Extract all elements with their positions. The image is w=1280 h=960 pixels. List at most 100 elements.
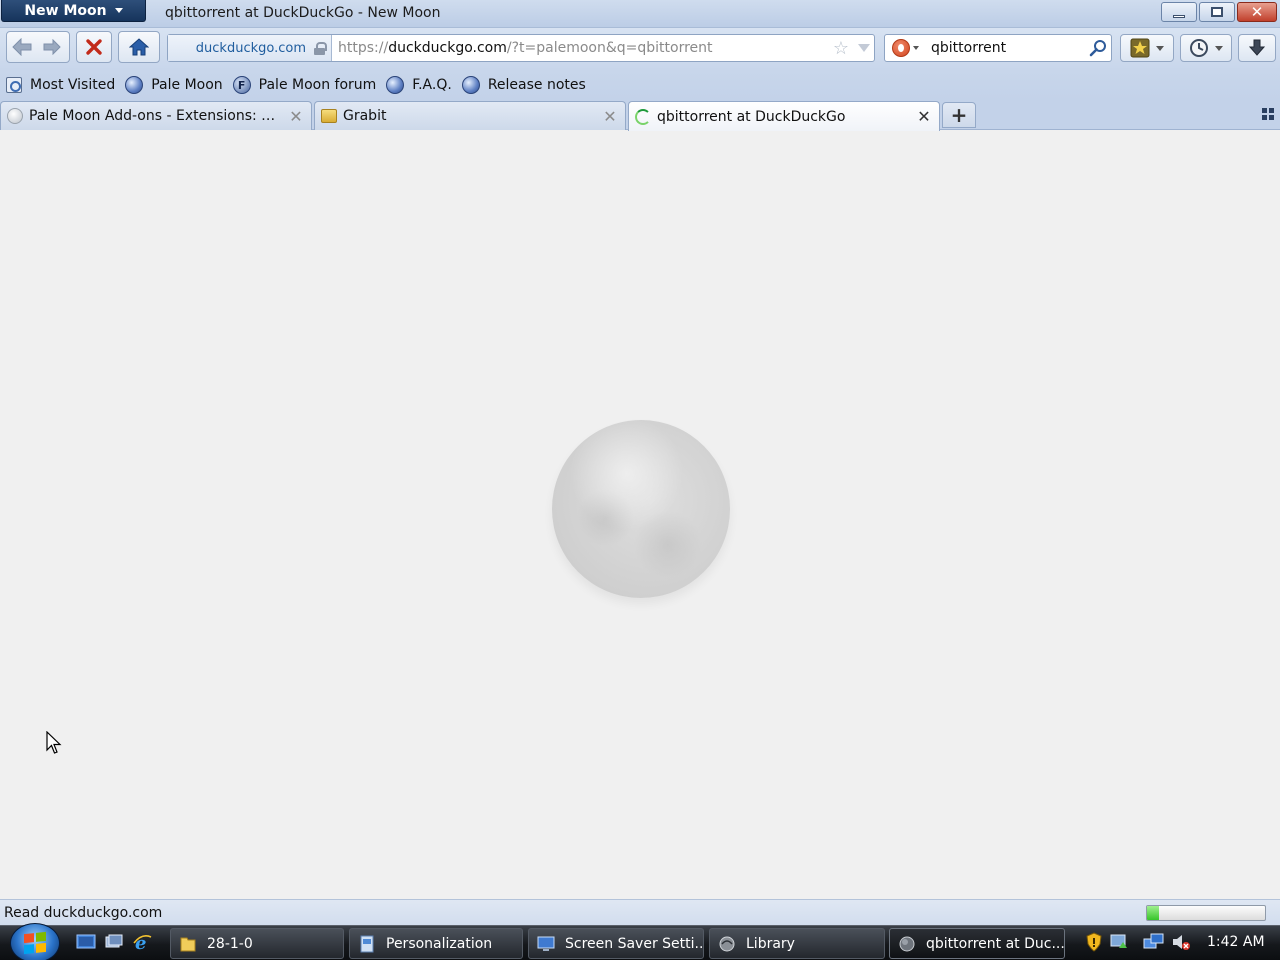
bookmark-label: Release notes (487, 77, 586, 93)
library-icon (719, 936, 735, 951)
bookmarks-star-icon (1130, 38, 1150, 58)
bookmark-release-notes[interactable]: Release notes (461, 76, 586, 94)
bookmark-pale-moon[interactable]: Pale Moon (125, 76, 223, 94)
globe-icon (125, 76, 144, 94)
bookmarks-menu-button[interactable] (1120, 34, 1174, 62)
page-content (0, 131, 1280, 899)
search-input[interactable]: qbittorrent (925, 40, 1085, 56)
minimize-button[interactable] (1161, 2, 1197, 22)
tab-grabit[interactable]: Grabit ✕ (314, 101, 626, 130)
switch-windows-icon[interactable] (104, 933, 124, 951)
network-icon[interactable] (1143, 932, 1165, 952)
app-menu-label: New Moon (24, 2, 107, 19)
search-engine-selector[interactable] (885, 35, 925, 61)
dropdown-triangle-icon (858, 44, 870, 52)
system-tray (1085, 932, 1191, 952)
new-tab-button[interactable]: + (942, 102, 976, 128)
url-path: /?t=palemoon&q=qbittorrent (506, 40, 713, 56)
bookmark-pale-moon-forum[interactable]: F Pale Moon forum (232, 76, 376, 94)
identity-host: duckduckgo.com (195, 40, 306, 56)
site-identity-button[interactable]: duckduckgo.com (168, 35, 332, 61)
window-title: qbittorrent at DuckDuckGo - New Moon (165, 5, 441, 21)
security-shield-icon[interactable] (1085, 932, 1103, 952)
clock-icon (1190, 39, 1208, 57)
page-load-progress (1146, 905, 1266, 921)
close-window-button[interactable]: ✕ (1237, 2, 1277, 22)
internet-explorer-icon[interactable]: e (132, 933, 152, 951)
lock-icon (314, 41, 327, 55)
home-icon (129, 38, 149, 56)
navigation-toolbar: duckduckgo.com https://duckduckgo.com/?t… (0, 28, 1280, 70)
status-bar: Read duckduckgo.com (0, 899, 1280, 925)
globe-icon (461, 76, 480, 94)
tab-label: qbittorrent at DuckDuckGo (657, 108, 846, 125)
download-arrow-icon (1248, 39, 1266, 56)
url-host: duckduckgo.com (388, 40, 507, 56)
stop-button[interactable] (77, 32, 111, 62)
taskbar-item-browser[interactable]: qbittorrent at Duc... (889, 928, 1065, 959)
control-panel-icon (360, 935, 374, 952)
taskbar-item-label: 28-1-0 (207, 935, 253, 952)
most-visited-icon (6, 77, 22, 93)
bookmark-most-visited[interactable]: Most Visited (6, 77, 115, 93)
duckduckgo-icon (891, 39, 910, 57)
bookmark-label: Pale Moon (151, 77, 223, 93)
system-clock[interactable]: 1:42 AM (1207, 934, 1265, 950)
volume-muted-icon[interactable] (1171, 932, 1191, 952)
taskbar-item-label: Library (746, 935, 795, 952)
taskbar-item-label: Screen Saver Setti... (565, 935, 704, 952)
address-bar[interactable]: duckduckgo.com https://duckduckgo.com/?t… (167, 34, 875, 62)
chevron-down-icon (114, 8, 123, 13)
taskbar-item-library[interactable]: Library (709, 928, 885, 959)
app-menu-button[interactable]: New Moon (1, 0, 146, 22)
tab-close-icon[interactable]: ✕ (917, 107, 931, 126)
back-forward-group (6, 31, 70, 63)
tab-label: Grabit (343, 108, 387, 124)
chevron-down-icon (912, 46, 919, 50)
moon-favicon-icon (7, 108, 23, 124)
forum-icon: F (232, 76, 251, 94)
url-history-dropdown[interactable] (854, 44, 874, 52)
tab-pale-moon-addons[interactable]: Pale Moon Add-ons - Extensions: Do... ✕ (0, 101, 312, 130)
bookmark-star-icon[interactable]: ☆ (828, 38, 854, 59)
downloads-button[interactable] (1238, 34, 1276, 62)
url-input[interactable]: https://duckduckgo.com/?t=palemoon&q=qbi… (332, 40, 828, 56)
search-bar[interactable]: qbittorrent (884, 34, 1112, 62)
tab-close-icon[interactable]: ✕ (289, 107, 303, 126)
bookmark-label: Most Visited (30, 77, 116, 93)
home-group (118, 31, 160, 63)
stop-group (76, 31, 112, 63)
chevron-down-icon (1215, 45, 1223, 51)
globe-icon (386, 76, 405, 94)
taskbar-item-label: qbittorrent at Duc... (926, 935, 1065, 952)
history-button[interactable] (1180, 34, 1232, 62)
minimize-icon (1173, 14, 1185, 18)
close-icon: ✕ (1250, 2, 1264, 21)
folder-favicon-icon (321, 109, 337, 123)
taskbar-item-screen-saver-settings[interactable]: Screen Saver Setti... (528, 928, 704, 959)
back-button[interactable] (7, 32, 37, 62)
restore-button[interactable] (1199, 2, 1235, 22)
bookmark-faq[interactable]: F.A.Q. (386, 76, 452, 94)
title-bar: New Moon qbittorrent at DuckDuckGo - New… (0, 0, 1280, 28)
update-icon[interactable] (1109, 932, 1129, 952)
stop-x-icon (86, 39, 102, 55)
moon-logo-placeholder (552, 420, 730, 598)
forward-button[interactable] (37, 32, 67, 62)
show-desktop-icon[interactable] (76, 933, 96, 951)
bookmarks-toolbar: Most Visited Pale Moon F Pale Moon forum… (0, 70, 1280, 100)
taskbar-item-folder[interactable]: 28-1-0 (170, 928, 344, 959)
folder-icon (180, 937, 196, 951)
tab-qbittorrent-duckduckgo[interactable]: qbittorrent at DuckDuckGo ✕ (628, 101, 940, 131)
bookmark-label: F.A.Q. (412, 77, 452, 93)
status-text: Read duckduckgo.com (4, 905, 163, 921)
tab-strip: Pale Moon Add-ons - Extensions: Do... ✕ … (0, 100, 1280, 131)
tab-close-icon[interactable]: ✕ (603, 107, 617, 126)
start-button[interactable] (10, 923, 60, 960)
search-go-button[interactable] (1085, 39, 1111, 57)
browser-icon (899, 936, 915, 951)
window-controls: ✕ (1161, 2, 1277, 22)
list-all-tabs-button[interactable] (1262, 108, 1274, 120)
taskbar-item-personalization[interactable]: Personalization (349, 928, 523, 959)
home-button[interactable] (119, 32, 159, 62)
